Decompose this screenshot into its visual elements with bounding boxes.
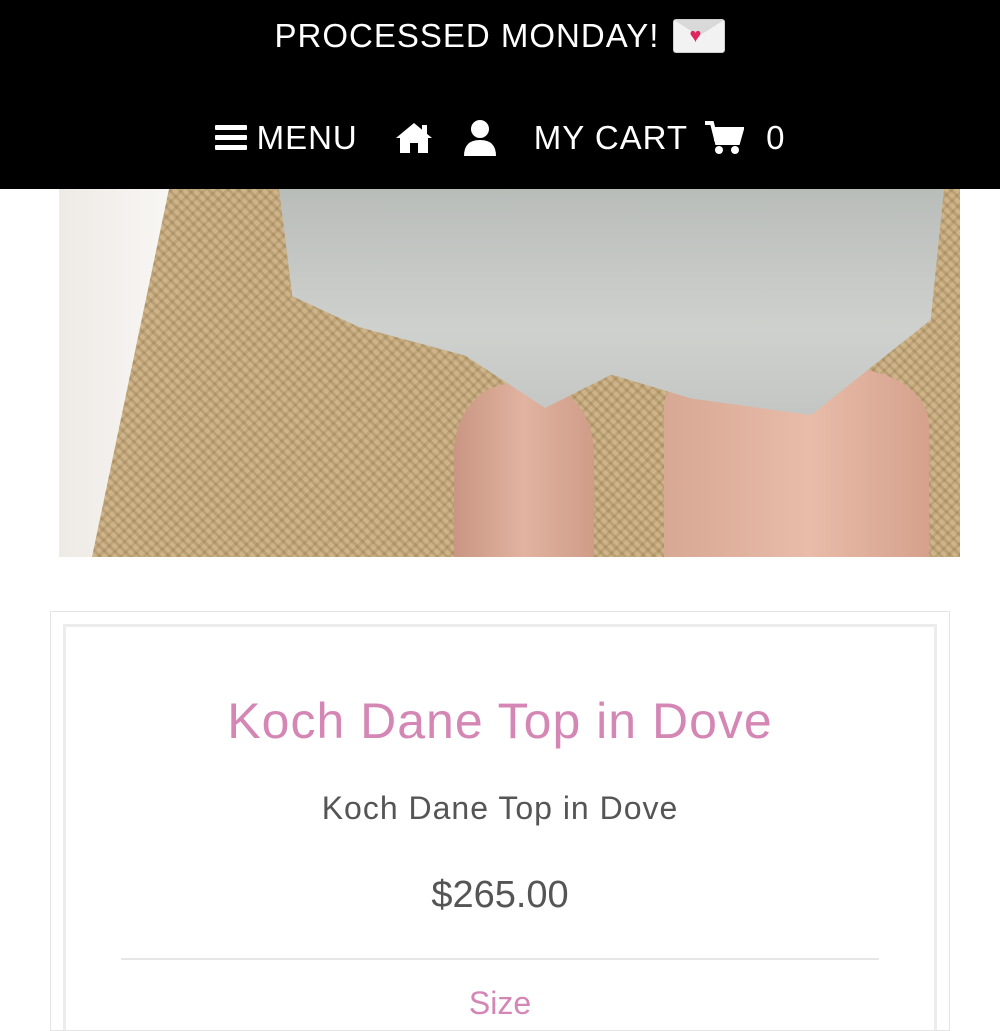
home-link[interactable] — [394, 121, 434, 155]
hamburger-icon — [214, 125, 247, 151]
cart-link[interactable]: MY CART 0 — [534, 119, 786, 157]
product-price: $265.00 — [431, 874, 569, 916]
announcement-bar: PROCESSED MONDAY! ♥ — [0, 14, 1000, 58]
user-icon — [463, 120, 496, 156]
announcement-text: PROCESSED MONDAY! — [274, 17, 660, 54]
home-icon — [395, 123, 432, 153]
cart-label: MY CART — [533, 119, 689, 156]
shopping-cart-icon — [705, 121, 745, 154]
product-image[interactable] — [59, 189, 960, 557]
cart-count: 0 — [766, 119, 786, 156]
product-subtitle: Koch Dane Top in Dove — [321, 790, 679, 826]
main-nav: MENU MY CART 0 — [0, 112, 1000, 164]
divider — [121, 958, 879, 960]
product-title: Koch Dane Top in Dove — [227, 693, 773, 749]
size-option-label: Size — [468, 985, 532, 1021]
love-letter-icon: ♥ — [673, 19, 726, 53]
menu-button[interactable]: MENU — [214, 119, 358, 157]
menu-label: MENU — [256, 119, 358, 156]
site-header: PROCESSED MONDAY! ♥ MENU MY CART 0 — [0, 0, 1000, 189]
account-link[interactable] — [462, 119, 498, 157]
